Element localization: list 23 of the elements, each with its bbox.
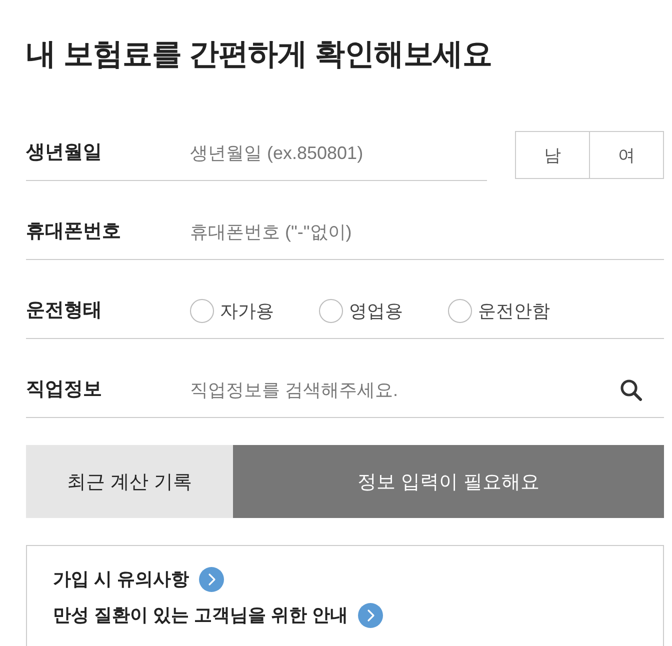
chevron-right-icon — [199, 566, 224, 592]
gender-toggle[interactable]: 남 — [515, 131, 590, 179]
chevron-right-icon — [358, 602, 384, 628]
radio-icon[interactable] — [448, 299, 472, 323]
field-label: 생년월일 — [26, 141, 103, 165]
page-title: 내 보험료를 간편하게 확인해보세요 — [26, 37, 494, 73]
radio-option[interactable]: 영업용 — [319, 299, 403, 323]
history-button[interactable]: 최근 계산 기록 — [26, 445, 233, 518]
field-label: 휴대폰번호 — [26, 220, 122, 244]
field-label: 직업정보 — [26, 378, 103, 402]
input-field[interactable]: 생년월일 (ex.850801) — [190, 136, 487, 170]
radio-icon[interactable] — [319, 299, 343, 323]
search-field[interactable]: 직업정보를 검색해주세요. — [190, 373, 608, 407]
submit-button[interactable]: 정보 입력이 필요해요 — [233, 445, 664, 518]
gender-toggle[interactable]: 여 — [589, 131, 664, 179]
search-icon[interactable] — [620, 379, 642, 401]
field-label: 운전형태 — [26, 299, 103, 323]
radio-option[interactable]: 운전안함 — [448, 299, 550, 323]
input-field[interactable]: 휴대폰번호 ("-"없이) — [190, 215, 664, 249]
radio-icon[interactable] — [190, 299, 214, 323]
radio-option[interactable]: 자가용 — [190, 299, 274, 323]
notice-link[interactable]: 만성 질환이 있는 고객님을 위한 안내 — [53, 597, 384, 633]
notice-link[interactable]: 가입 시 유의사항 — [53, 561, 224, 597]
